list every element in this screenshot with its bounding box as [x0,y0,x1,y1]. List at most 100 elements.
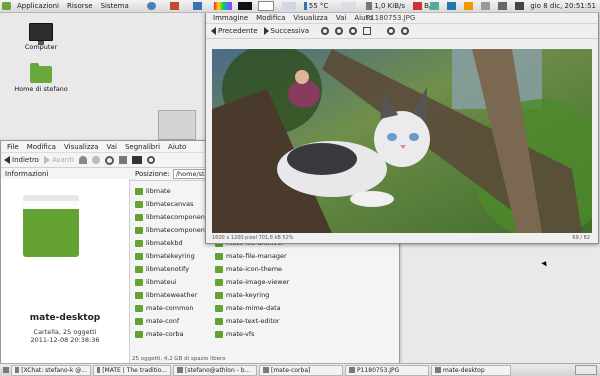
menu-file[interactable]: File [3,143,23,151]
previous-button[interactable]: Precedente [211,27,258,35]
rotate-right-icon[interactable] [401,27,410,35]
folder-item[interactable]: mate-icon-theme [215,265,282,273]
menu-risorse[interactable]: Risorse [63,2,97,10]
folder-item[interactable]: libmatenotify [135,265,189,273]
folder-item[interactable]: libmatecanvas [135,200,194,208]
computer-icon[interactable] [131,156,142,164]
folder-item[interactable]: libmate [135,187,171,195]
taskbar: [XChat: stefano-k @... [MATE | The tradi… [0,363,600,376]
menu-modifica[interactable]: Modifica [23,143,60,151]
displayed-photo [212,49,592,233]
zoom-fit-icon[interactable] [363,27,372,35]
folder-label: mate-mime-data [226,304,281,312]
launcher-icon[interactable] [192,2,202,10]
network-icon[interactable] [515,2,525,10]
tray-app-icon[interactable] [447,2,457,10]
menu-modifica[interactable]: Modifica [252,14,289,22]
desktop-icon-label: Home di stefano [14,85,68,93]
previous-label: Precedente [218,27,258,35]
terminal-launcher-icon[interactable] [237,2,252,10]
desktop-shortcut-icon[interactable] [158,110,196,140]
folder-item[interactable]: mate-corba [135,330,184,338]
browser-launcher-icon[interactable] [146,2,156,10]
folder-item[interactable]: mate-conf [135,317,179,325]
folder-item[interactable]: mate-image-viewer [215,278,289,286]
window-title: P1180753.JPG [366,14,416,22]
folder-icon [135,291,143,299]
folder-item[interactable]: libmateweather [135,291,197,299]
folder-item[interactable]: mate-text-editor [215,317,280,325]
taskbar-item[interactable]: [MATE | The traditio... [93,364,171,376]
menu-immagine[interactable]: Immagine [209,14,252,22]
folder-icon [135,252,143,260]
folder-icon [215,317,223,325]
taskbar-item[interactable]: [stefano@athlon - b... [173,364,257,376]
folder-icon [135,330,143,338]
menu-aiuto[interactable]: Aiuto [164,143,190,151]
zoom-normal-icon[interactable] [349,27,358,35]
show-desktop-icon[interactable] [3,367,9,373]
search-icon[interactable] [146,156,155,164]
volume-icon[interactable] [498,2,508,10]
download-arrow-icon [366,2,373,10]
tray-app-icon[interactable] [430,2,440,10]
folder-item[interactable]: mate-common [135,304,194,312]
back-button[interactable]: Indietro [4,156,39,164]
clock[interactable]: gio 8 dic, 20:51:51 [530,2,596,10]
menu-sistema[interactable]: Sistema [97,2,133,10]
next-button[interactable]: Successiva [263,27,309,35]
taskbar-item[interactable]: mate-desktop [431,364,511,376]
folder-item[interactable]: mate-keyring [215,291,269,299]
folder-item[interactable]: libmatekbd [135,239,183,247]
taskbar-item[interactable]: [mate-corba] [259,364,343,376]
folder-item[interactable]: libmatecomponent [135,213,207,221]
folder-item[interactable]: libmatekeyring [135,252,195,260]
folder-item[interactable]: libmateui [135,278,177,286]
app-icon [15,367,20,373]
workspace-switcher[interactable] [575,365,597,375]
stop-icon[interactable] [91,156,100,164]
side-pane-selector[interactable]: Informazioni [1,170,131,178]
color-palette-icon[interactable] [213,2,232,10]
menu-visualizza[interactable]: Visualizza [289,14,331,22]
launcher-icon[interactable] [169,2,179,10]
taskbar-label: [XChat: stefano-k @... [21,366,87,374]
taskbar-item[interactable]: [XChat: stefano-k @... [11,364,91,376]
tray-app-icon[interactable] [413,2,423,10]
folder-icon [135,200,143,208]
app-icon [97,367,101,373]
up-icon[interactable] [78,156,87,164]
menu-applicazioni[interactable]: Applicazioni [13,2,63,10]
folder-item[interactable]: mate-mime-data [215,304,281,312]
desktop-icon-home[interactable]: Home di stefano [11,63,71,93]
net-download-speed: 1,0 KiB/s [374,2,406,10]
zoom-out-icon[interactable] [335,27,344,35]
image-info: 1600 x 1200 pixel 701,8 kB 52% [212,235,294,241]
folder-icon [215,252,223,260]
menu-segnalibri[interactable]: Segnalibri [121,143,164,151]
desktop-icon-computer[interactable]: Computer [11,23,71,51]
folder-item[interactable]: mate-vfs [215,330,255,338]
folder-item[interactable]: libmatecomponentui [135,226,213,234]
reload-icon[interactable] [104,155,114,165]
forward-button[interactable]: Avanti [43,156,74,164]
text-editor-launcher-icon[interactable] [257,1,274,11]
folder-label: libmateweather [146,291,198,299]
taskbar-item[interactable]: P1180753.JPG [345,364,429,376]
mate-logo-icon[interactable] [2,2,11,10]
menu-visualizza[interactable]: Visualizza [60,143,102,151]
folder-item[interactable]: mate-file-manager [215,252,287,260]
cpu-monitor-icon[interactable] [281,2,296,10]
rotate-left-icon[interactable] [387,27,396,35]
zoom-in-icon[interactable] [321,27,330,35]
mail-icon[interactable] [481,2,491,10]
tray-app-icon[interactable] [464,2,474,10]
folder-label: mate-icon-theme [226,265,283,273]
folder-icon [135,239,143,247]
folder-icon [135,226,143,234]
menu-vai[interactable]: Vai [102,143,120,151]
arrow-right-icon [43,156,50,164]
home-icon[interactable] [118,156,127,164]
network-monitor-icon [342,2,357,10]
menu-vai[interactable]: Vai [332,14,350,22]
